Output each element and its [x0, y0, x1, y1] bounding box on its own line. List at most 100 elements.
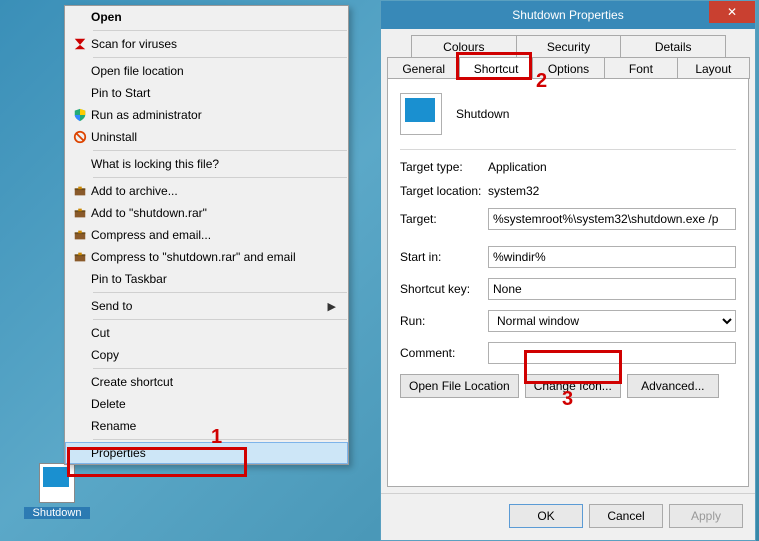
- menu-label: Pin to Start: [91, 86, 340, 100]
- winrar-icon: [69, 249, 91, 265]
- menu-label: Run as administrator: [91, 108, 340, 122]
- shortcut-key-input[interactable]: [488, 278, 736, 300]
- tab-font[interactable]: Font: [604, 57, 677, 79]
- run-label: Run:: [400, 314, 488, 328]
- shortcut-large-icon: [400, 93, 442, 135]
- tab-shortcut[interactable]: Shortcut: [459, 57, 532, 79]
- menu-create-shortcut[interactable]: Create shortcut: [65, 371, 348, 393]
- menu-add-to-rar[interactable]: Add to "shutdown.rar": [65, 202, 348, 224]
- button-label: Advanced...: [641, 379, 704, 393]
- blank-icon: [69, 396, 91, 412]
- menu-delete[interactable]: Delete: [65, 393, 348, 415]
- comment-label: Comment:: [400, 346, 488, 360]
- apply-button[interactable]: Apply: [669, 504, 743, 528]
- menu-label: Delete: [91, 397, 340, 411]
- menu-label: Rename: [91, 419, 340, 433]
- menu-label: Compress to "shutdown.rar" and email: [91, 250, 340, 264]
- menu-label: What is locking this file?: [91, 157, 340, 171]
- menu-properties[interactable]: Properties: [65, 442, 348, 464]
- menu-pin-start[interactable]: Pin to Start: [65, 82, 348, 104]
- run-select[interactable]: Normal window: [488, 310, 736, 332]
- menu-what-locking[interactable]: What is locking this file?: [65, 153, 348, 175]
- winrar-icon: [69, 183, 91, 199]
- advanced-button[interactable]: Advanced...: [627, 374, 719, 398]
- menu-label: Cut: [91, 326, 340, 340]
- dialog-title: Shutdown Properties: [512, 8, 623, 22]
- submenu-arrow-icon: ▶: [328, 300, 340, 313]
- tabs: Colours Security Details General Shortcu…: [381, 29, 755, 79]
- tab-layout[interactable]: Layout: [677, 57, 750, 79]
- separator: [400, 149, 736, 150]
- button-label: Open File Location: [409, 379, 510, 393]
- shield-icon: [69, 107, 91, 123]
- tab-label: Font: [629, 62, 653, 76]
- menu-copy[interactable]: Copy: [65, 344, 348, 366]
- blank-icon: [69, 85, 91, 101]
- menu-label: Send to: [91, 299, 328, 313]
- menu-label: Open: [91, 10, 340, 24]
- shortcut-icon: [39, 463, 75, 503]
- separator: [93, 57, 347, 58]
- menu-send-to[interactable]: Send to ▶: [65, 295, 348, 317]
- close-icon: ✕: [727, 5, 737, 19]
- open-file-location-button[interactable]: Open File Location: [400, 374, 519, 398]
- menu-pin-taskbar[interactable]: Pin to Taskbar: [65, 268, 348, 290]
- menu-label: Open file location: [91, 64, 340, 78]
- dialog-footer: OK Cancel Apply: [381, 493, 755, 540]
- target-input[interactable]: [488, 208, 736, 230]
- menu-cut[interactable]: Cut: [65, 322, 348, 344]
- blank-icon: [69, 271, 91, 287]
- cancel-button[interactable]: Cancel: [589, 504, 663, 528]
- uninstall-icon: [69, 129, 91, 145]
- change-icon-button[interactable]: Change Icon...: [525, 374, 621, 398]
- menu-label: Add to archive...: [91, 184, 340, 198]
- comment-input[interactable]: [488, 342, 736, 364]
- target-type-label: Target type:: [400, 160, 488, 174]
- blank-icon: [69, 156, 91, 172]
- menu-open[interactable]: Open: [65, 6, 348, 28]
- blank-icon: [69, 374, 91, 390]
- menu-add-archive[interactable]: Add to archive...: [65, 180, 348, 202]
- tab-label: Details: [655, 40, 692, 54]
- button-label: OK: [537, 509, 554, 523]
- winrar-icon: [69, 227, 91, 243]
- blank-icon: [69, 325, 91, 341]
- menu-label: Pin to Taskbar: [91, 272, 340, 286]
- start-in-input[interactable]: [488, 246, 736, 268]
- separator: [93, 439, 347, 440]
- target-location-value: system32: [488, 184, 539, 198]
- separator: [93, 150, 347, 151]
- shortcut-name: Shutdown: [456, 107, 509, 121]
- separator: [93, 30, 347, 31]
- desktop-shortcut[interactable]: Shutdown: [24, 463, 90, 519]
- button-label: Cancel: [607, 509, 644, 523]
- menu-label: Create shortcut: [91, 375, 340, 389]
- tab-details[interactable]: Details: [620, 35, 726, 57]
- tab-label: Layout: [695, 62, 731, 76]
- tab-label: Security: [547, 40, 590, 54]
- menu-compress-email[interactable]: Compress and email...: [65, 224, 348, 246]
- menu-label: Add to "shutdown.rar": [91, 206, 340, 220]
- menu-uninstall[interactable]: Uninstall: [65, 126, 348, 148]
- blank-icon: [69, 347, 91, 363]
- menu-open-file-location[interactable]: Open file location: [65, 60, 348, 82]
- ok-button[interactable]: OK: [509, 504, 583, 528]
- menu-rename[interactable]: Rename: [65, 415, 348, 437]
- menu-run-admin[interactable]: Run as administrator: [65, 104, 348, 126]
- menu-compress-to-email[interactable]: Compress to "shutdown.rar" and email: [65, 246, 348, 268]
- tab-content-shortcut: Shutdown Target type: Application Target…: [387, 78, 749, 487]
- separator: [93, 319, 347, 320]
- menu-label: Properties: [91, 446, 340, 460]
- menu-scan-viruses[interactable]: Scan for viruses: [65, 33, 348, 55]
- menu-label: Compress and email...: [91, 228, 340, 242]
- close-button[interactable]: ✕: [709, 1, 755, 23]
- tab-security[interactable]: Security: [516, 35, 622, 57]
- blank-icon: [69, 9, 91, 25]
- tab-label: Colours: [443, 40, 484, 54]
- blank-icon: [69, 298, 91, 314]
- tab-colours[interactable]: Colours: [411, 35, 517, 57]
- tab-general[interactable]: General: [387, 57, 460, 79]
- tab-options[interactable]: Options: [532, 57, 605, 79]
- button-label: Change Icon...: [534, 379, 612, 393]
- titlebar[interactable]: Shutdown Properties ✕: [381, 1, 755, 29]
